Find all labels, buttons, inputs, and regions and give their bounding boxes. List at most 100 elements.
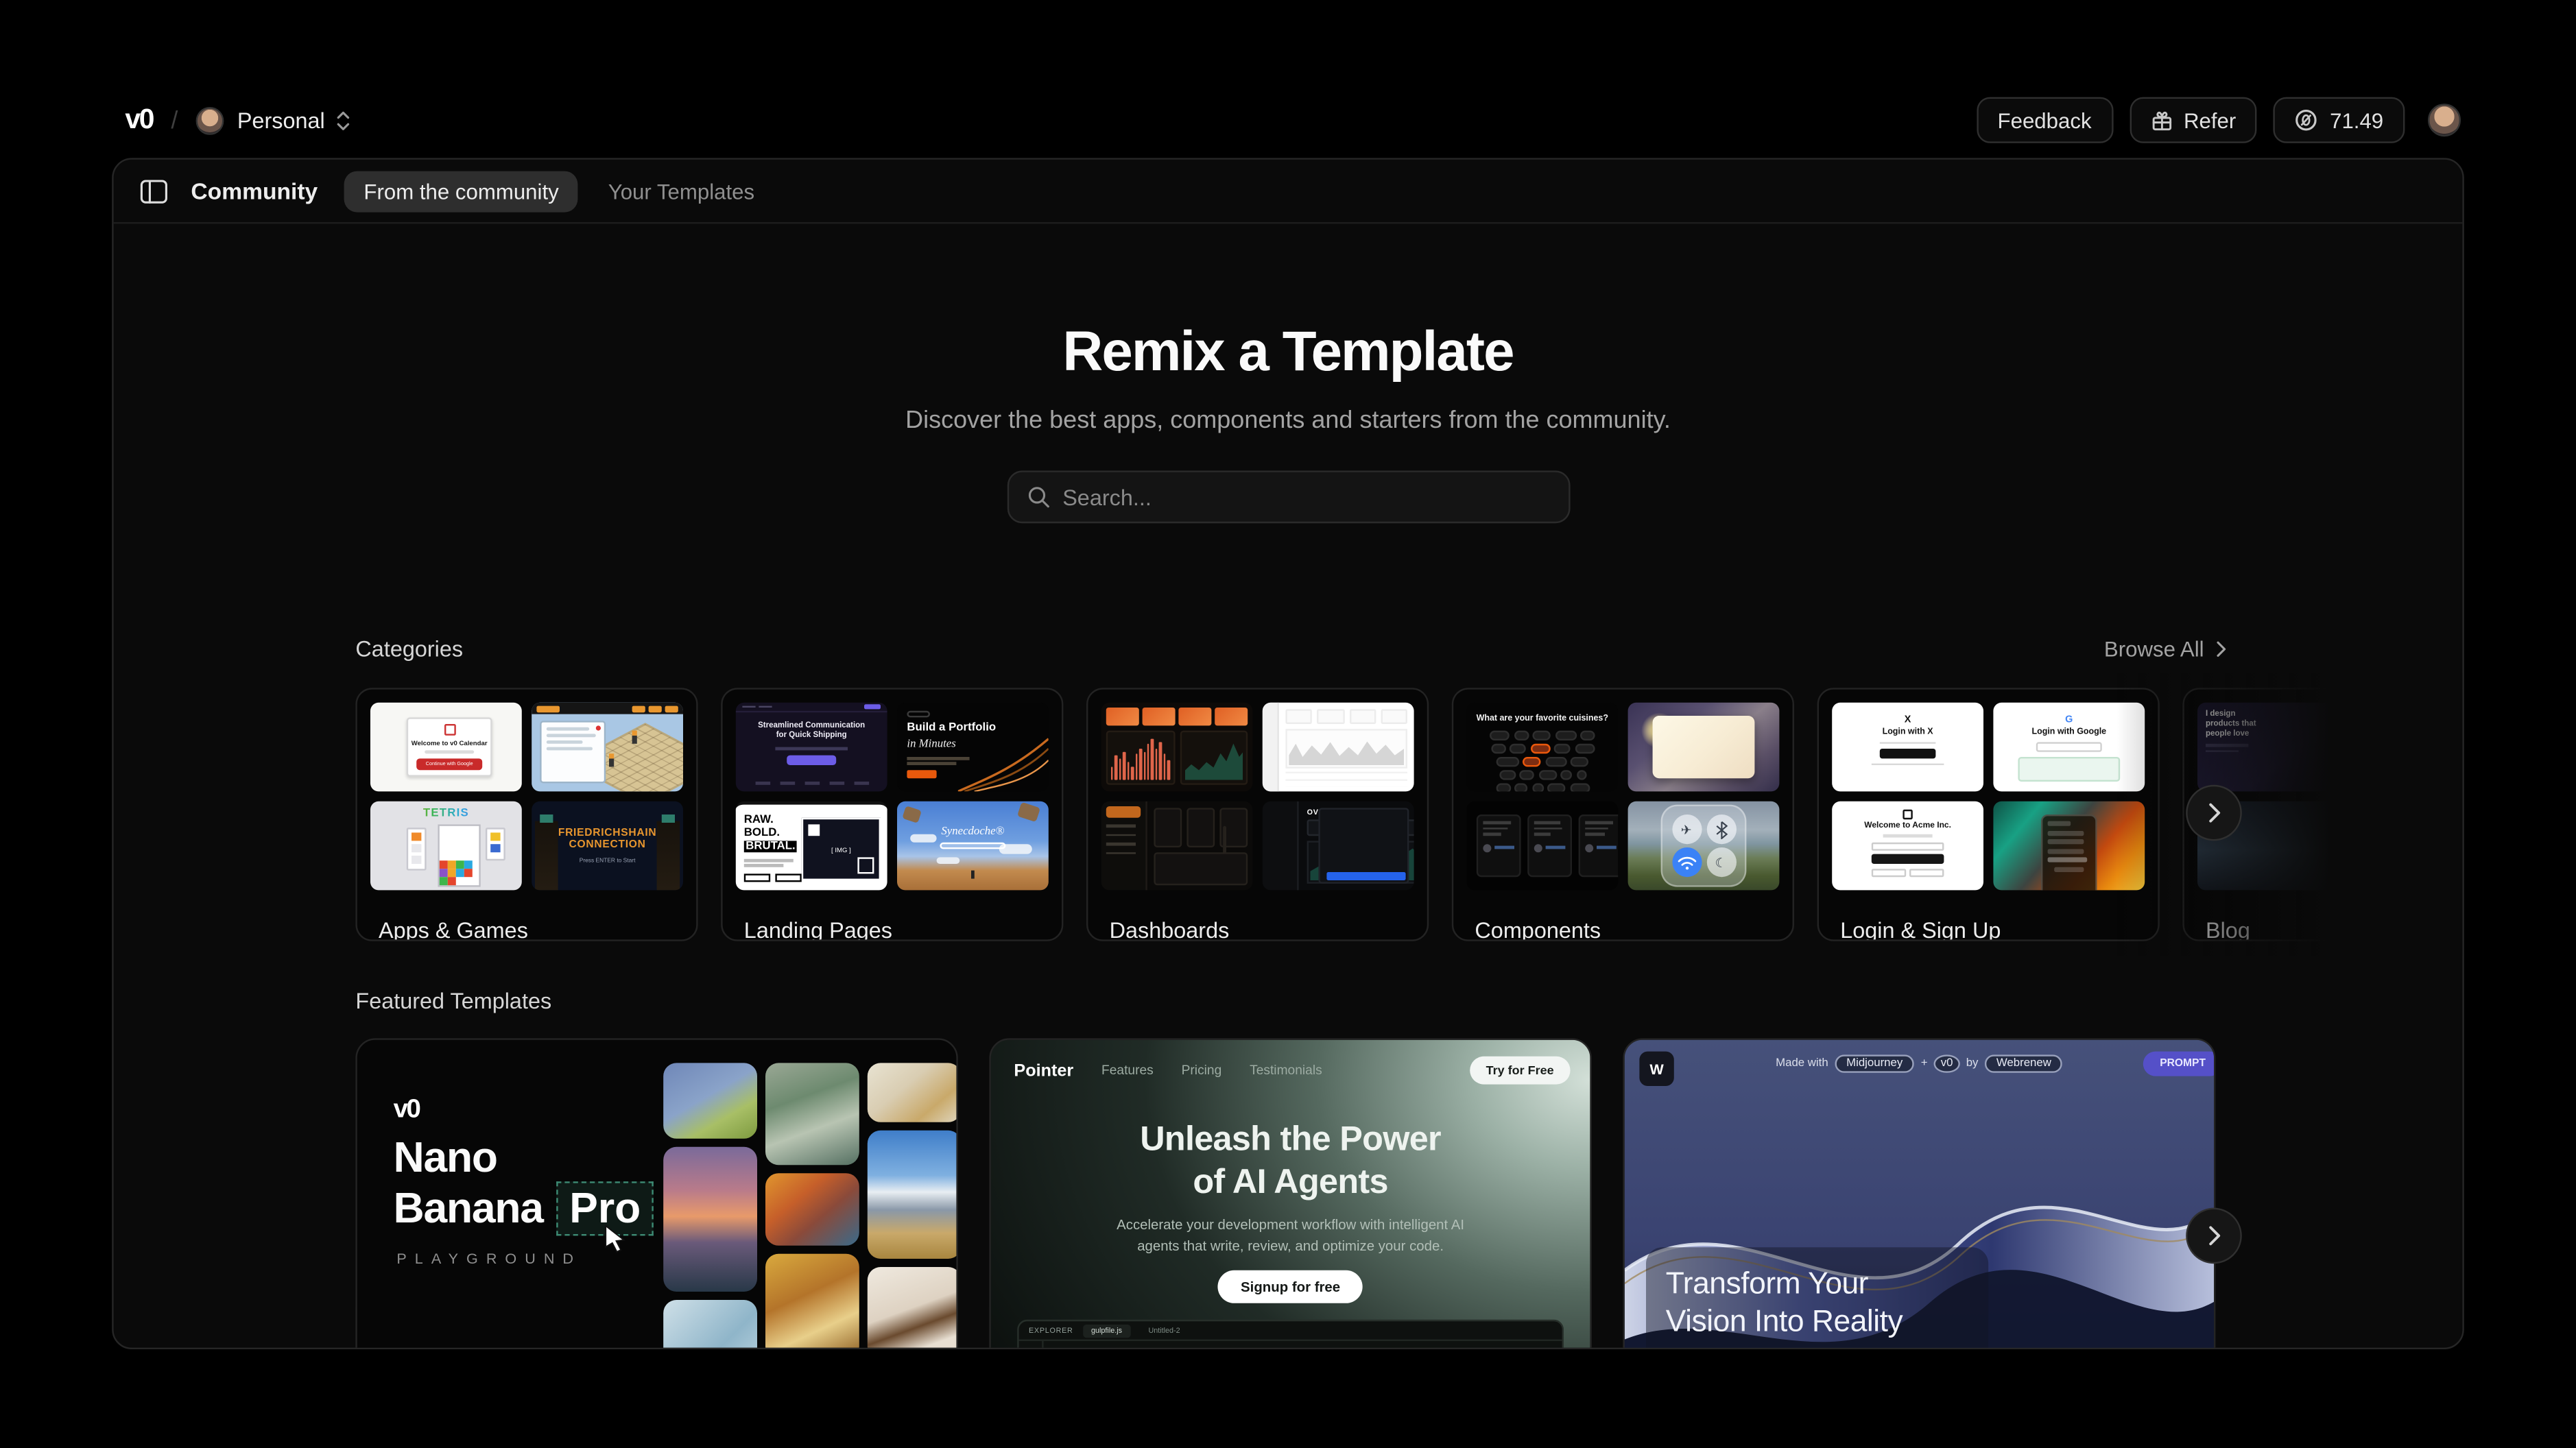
photo-column (663, 1063, 757, 1349)
photo-thumbnail-bottles (765, 1254, 859, 1349)
isometric-game-thumbnail (532, 703, 683, 792)
team-avatar (196, 106, 224, 134)
bluetooth-icon (1706, 814, 1736, 844)
category-label: Landing Pages (744, 918, 1062, 941)
category-label: Dashboards (1110, 918, 1427, 941)
search-icon (1026, 485, 1049, 509)
category-card-apps-games[interactable]: Welcome to v0 Calendar Continue with Goo… (355, 688, 697, 941)
feedback-button[interactable]: Feedback (1976, 97, 2112, 143)
calendar-google-button: Continue with Google (416, 758, 482, 770)
categories-next-button[interactable] (2186, 785, 2242, 841)
thumbnail-grid: Streamlined Communication for Quick Ship… (723, 690, 1062, 904)
featured-card-nano-banana-pro[interactable]: v0 Nano Banana Pro PLAYGROUND (355, 1038, 957, 1349)
saas-landing-thumbnail: Streamlined Communication for Quick Ship… (736, 703, 887, 792)
pointer-subtitle-line2: agents that write, review, and optimize … (1137, 1238, 1444, 1254)
admin-dashboard-thumbnail (1101, 801, 1253, 891)
search-box[interactable] (1007, 470, 1570, 523)
page-title: Community (191, 178, 318, 204)
refer-button[interactable]: Refer (2130, 97, 2258, 143)
saas-title: Streamlined Communication for Quick Ship… (754, 723, 869, 743)
code-editor-preview: EXPLORER gulpfile.js Untitled-2 (1017, 1320, 1564, 1349)
featured-next-button[interactable] (2186, 1208, 2242, 1264)
midjourney-pill: Midjourney (1835, 1054, 1914, 1072)
featured-templates-label: Featured Templates (355, 989, 551, 1013)
synecdoche-title: Synecdoche® (897, 824, 1049, 837)
credits-button[interactable]: 71.49 (2274, 97, 2405, 143)
blog-portfolio-thumbnail: I design products that people love (2197, 703, 2349, 792)
panel-left-icon[interactable] (140, 178, 168, 203)
featured-section-header: Featured Templates (355, 989, 2227, 1013)
made-with-row: Made with Midjourney + v0 by Webrenew (1776, 1054, 2063, 1072)
thumbnail-grid: What are your favorite cuisines? (1453, 690, 1792, 904)
search-input[interactable] (1062, 485, 1549, 509)
login-google-thumbnail: G Login with Google (1993, 703, 2145, 792)
acme-login-thumbnail: Welcome to Acme Inc. (1832, 801, 1983, 891)
editor-tab-untitled: Untitled-2 (1140, 1324, 1188, 1337)
featured-card-pointer-ai[interactable]: Pointer Features Pricing Testimonials Tr… (989, 1038, 1591, 1349)
x-logo: X (1832, 716, 1983, 725)
calendar-logo-icon (444, 724, 455, 736)
acme-logo (1903, 810, 1912, 819)
pointer-nav-pricing: Pricing (1182, 1063, 1222, 1078)
login-google-title: Login with Google (1993, 727, 2145, 737)
category-card-dashboards[interactable]: OVERVIEW Dashboards (1086, 688, 1429, 941)
webrenew-title-line1: Transform Your (1666, 1266, 1868, 1300)
brutal-word-1: RAW. (744, 814, 774, 826)
acme-title: Welcome to Acme Inc. (1832, 821, 1983, 831)
login-x-title: Login with X (1832, 727, 1983, 737)
browse-all-label: Browse All (2104, 637, 2204, 662)
page: v0 / Personal Feedback Refer (0, 0, 2576, 1448)
by-label: by (1966, 1058, 1979, 1070)
pointer-nav-testimonials: Testimonials (1250, 1063, 1322, 1078)
webrenew-title-line2: Vision Into Reality (1666, 1303, 1903, 1338)
testimonials-thumbnail (1466, 801, 1618, 891)
made-with-label: Made with (1776, 1058, 1828, 1070)
category-label: Blog (2206, 918, 2464, 941)
photo-thumbnail-pills (868, 1063, 958, 1122)
synecdoche-landing-thumbnail: Synecdoche® (897, 801, 1049, 891)
pointer-subtitle-line1: Accelerate your development workflow wit… (1117, 1216, 1464, 1233)
portfolio-title-1: Build a Portfolio (907, 723, 996, 734)
playground-label: PLAYGROUND (396, 1251, 582, 1267)
browse-all-link[interactable]: Browse All (2104, 637, 2227, 662)
top-header: v0 / Personal Feedback Refer (125, 97, 2461, 143)
orange-waves-graphic (958, 736, 1049, 792)
nano-title-line2: Banana (394, 1183, 543, 1234)
category-card-login-signup[interactable]: X Login with X G Login with Google (1817, 688, 2160, 941)
gift-icon (2151, 110, 2172, 131)
category-label: Login & Sign Up (1840, 918, 2158, 941)
portfolio-landing-thumbnail: Build a Portfolio in Minutes (897, 703, 1049, 792)
featured-card-webrenew[interactable]: W Made with Midjourney + v0 by Webrenew … (1623, 1038, 2215, 1349)
hero-title: Remix a Template (114, 321, 2463, 383)
photo-thumbnail-coffee (868, 1267, 958, 1349)
tab-your-templates[interactable]: Your Templates (588, 170, 774, 211)
chevron-right-icon (2215, 640, 2227, 658)
user-avatar[interactable] (2428, 104, 2461, 136)
webrenew-hero-panel: Transform Your Vision Into Reality Use G… (1646, 1247, 1988, 1349)
hero-section: Remix a Template Discover the best apps,… (114, 321, 2463, 523)
webrenew-pill: Webrenew (1985, 1054, 2063, 1072)
gradient-mobile-login-thumbnail (1993, 801, 2145, 891)
photo-thumbnail-leaves (663, 1063, 757, 1138)
portfolio-title-2: in Minutes (907, 737, 955, 750)
tetris-game-thumbnail: TETRIS (370, 801, 522, 891)
thumbnail-grid: X Login with X G Login with Google (1819, 690, 2158, 904)
photo-thumbnail-tapestry (765, 1063, 859, 1165)
category-card-components[interactable]: What are your favorite cuisines? (1452, 688, 1794, 941)
team-switcher[interactable]: Personal (196, 106, 351, 134)
category-card-landing-pages[interactable]: Streamlined Communication for Quick Ship… (721, 688, 1063, 941)
v0-logo[interactable]: v0 (125, 104, 153, 136)
airplane-icon: ✈ (1671, 814, 1701, 844)
v0-pill: v0 (1934, 1054, 1959, 1072)
plus-label: + (1921, 1058, 1928, 1070)
tab-from-the-community[interactable]: From the community (344, 170, 579, 211)
photo-thumbnail-people (765, 1173, 859, 1246)
photo-thumbnail-crystal (663, 1300, 757, 1349)
categories-label: Categories (355, 637, 463, 662)
pointer-heading-line1: Unleash the Power (1140, 1120, 1441, 1158)
friedrichshain-game-thumbnail: FRIEDRICHSHAIN CONNECTION Press ENTER to… (532, 801, 683, 891)
team-name: Personal (237, 108, 325, 132)
cursor-icon (604, 1224, 632, 1254)
categories-row: Welcome to v0 Calendar Continue with Goo… (355, 688, 2464, 941)
thumbnail-grid: Welcome to v0 Calendar Continue with Goo… (357, 690, 696, 904)
